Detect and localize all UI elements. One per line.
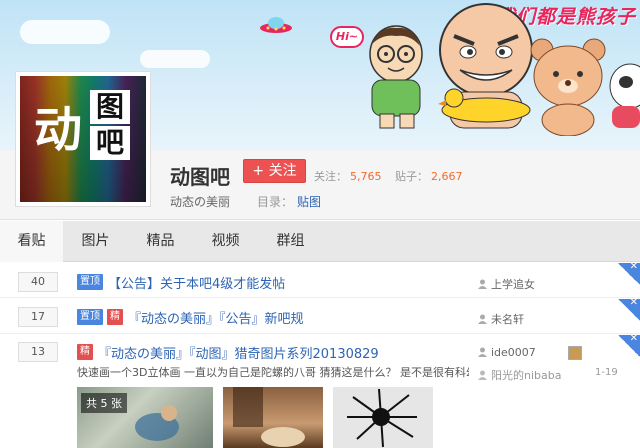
thumbnail-scene — [233, 387, 305, 447]
reply-count: 13 — [18, 342, 58, 362]
cloud-decoration — [20, 20, 110, 44]
author-name: 上学追女 — [491, 278, 535, 291]
thread-author[interactable]: 未名轩 — [478, 311, 524, 327]
user-icon — [478, 279, 487, 289]
forum-title[interactable]: 动图吧 — [170, 161, 230, 190]
author-name: ide0007 — [491, 346, 536, 359]
follow-button[interactable]: + 关注 — [243, 159, 306, 183]
thumbnail-scene — [347, 388, 417, 448]
cartoon-panda-illustration — [609, 63, 640, 128]
user-avatar[interactable] — [568, 346, 582, 360]
logo-character-dong: 动 — [34, 102, 83, 158]
catalog-link[interactable]: 贴图 — [297, 195, 321, 209]
cloud-decoration — [140, 50, 210, 68]
cartoon-bear-illustration — [530, 38, 606, 136]
ufo-icon — [260, 17, 292, 33]
thumbnail-image[interactable]: 共 5 张 — [77, 387, 213, 448]
hi-speech-bubble: Hi~ — [330, 26, 364, 48]
last-reply-name: 阳光的nibaba — [491, 369, 562, 382]
forum-stats: 关注： 5,765 贴子： 2,667 — [314, 168, 473, 184]
thread-title[interactable]: 【公告】关于本吧4级才能发帖 — [108, 273, 285, 292]
author-name: 未名轩 — [491, 313, 524, 326]
last-reply-date: 1-19 — [595, 367, 618, 378]
thumbnail-image[interactable] — [333, 387, 433, 448]
pinned-badge: 置顶 — [77, 274, 103, 290]
forum-logo-image: 动 图 吧 — [20, 76, 146, 202]
followers-count: 5,765 — [350, 170, 382, 183]
thread-author[interactable]: ide0007 — [478, 346, 536, 359]
tab-groups[interactable]: 群组 — [258, 221, 323, 262]
close-icon[interactable]: ✕ — [618, 261, 640, 285]
thread-abstract: 快速画一个3D立体画 一直以为自己是陀螺的八哥 猜猜这是什么？ 是不是很有科幻的… — [77, 366, 469, 379]
thumbnail-scene — [135, 405, 179, 441]
reply-count: 17 — [18, 307, 58, 327]
user-icon — [478, 314, 487, 324]
tab-posts[interactable]: 看贴 — [0, 221, 63, 262]
user-icon — [478, 347, 487, 357]
cartoon-boy-illustration — [369, 25, 423, 129]
thread-title[interactable]: 『动态の美丽』『公告』新吧规 — [128, 308, 304, 327]
thread-title[interactable]: 『动态の美丽』『动图』猎奇图片系列20130829 — [98, 343, 379, 362]
logo-character-tu: 图 — [90, 90, 130, 124]
last-reply-user[interactable]: 阳光的nibaba — [478, 367, 561, 383]
logo-character-ba: 吧 — [90, 126, 130, 160]
close-icon[interactable]: ✕ — [618, 297, 640, 321]
tab-images[interactable]: 图片 — [63, 221, 128, 262]
cartoon-bald-man-illustration — [438, 3, 533, 129]
tab-videos[interactable]: 视频 — [193, 221, 258, 262]
forum-nav-tabs: 看贴 图片 精品 视频 群组 — [0, 221, 640, 262]
followers-label: 关注： — [314, 170, 347, 183]
close-icon[interactable]: ✕ — [618, 333, 640, 357]
thumbnail-image[interactable] — [223, 387, 323, 448]
featured-badge: 精 — [77, 344, 93, 360]
pinned-badge: 置顶 — [77, 309, 103, 325]
catalog-label: 目录： — [257, 195, 294, 209]
posts-label: 贴子： — [395, 170, 428, 183]
reply-user-icon — [478, 370, 487, 380]
thread-author[interactable]: 上学追女 — [478, 276, 535, 292]
reply-count: 40 — [18, 272, 58, 292]
forum-slogan: 动态の美丽 — [170, 195, 231, 209]
forum-catalog: 目录： 贴图 — [257, 193, 321, 210]
featured-badge: 精 — [107, 309, 123, 325]
tab-featured[interactable]: 精品 — [128, 221, 193, 262]
posts-count: 2,667 — [431, 170, 463, 183]
forum-avatar[interactable]: 动 图 吧 — [15, 71, 151, 207]
